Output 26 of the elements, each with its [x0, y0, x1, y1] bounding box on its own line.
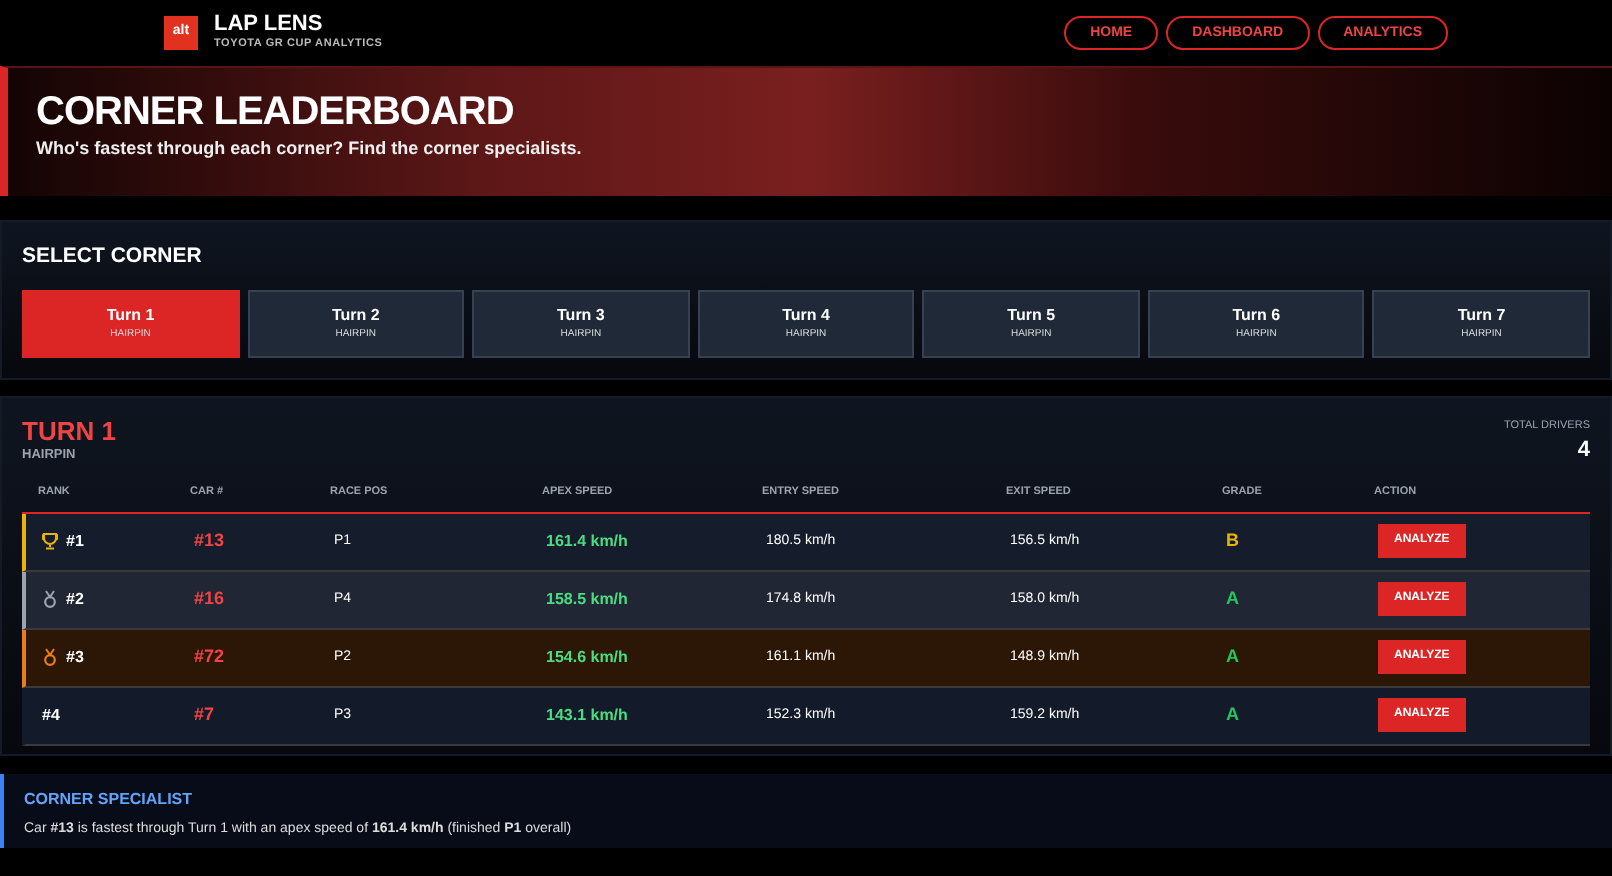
rank-cell: #4 [42, 703, 60, 728]
rank-cell: #1 [66, 529, 84, 554]
medal-icon [42, 590, 58, 609]
car-number: #7 [194, 702, 217, 728]
apex-speed: 161.4 km/h [546, 529, 630, 554]
rank-cell: #2 [66, 587, 84, 612]
brand-title: LAP LENS [214, 13, 325, 36]
apex-speed: 143.1 km/h [546, 703, 630, 728]
grade-letter: A [1226, 646, 1239, 666]
total-value: 4 [1575, 436, 1590, 466]
page-subtitle: Who's fastest through each corner? Find the corner specialists. [36, 136, 584, 162]
corner-title: TURN 1 [22, 417, 116, 447]
car-number: #16 [194, 586, 227, 612]
grade-letter: A [1226, 704, 1239, 724]
apex-speed: 158.5 km/h [546, 587, 630, 612]
apex-speed: 154.6 km/h [546, 645, 630, 670]
page-title: CORNER LEADERBOARD [36, 88, 516, 136]
grade-letter: B [1226, 530, 1239, 550]
section-title: SELECT CORNER [22, 242, 204, 272]
trophy-icon [42, 532, 58, 551]
car-number: #13 [194, 528, 227, 554]
section-title: CORNER SPECIALIST [24, 787, 195, 812]
grade-letter: A [1226, 588, 1239, 608]
car-number: #72 [194, 644, 227, 670]
medal-icon [42, 648, 58, 667]
rank-cell: #3 [66, 645, 84, 670]
